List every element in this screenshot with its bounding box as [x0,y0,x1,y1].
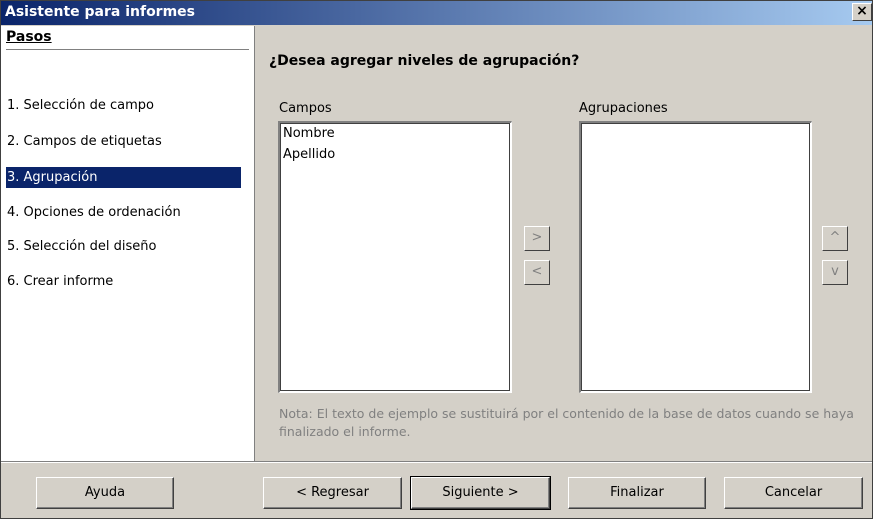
step-create-report[interactable]: 6. Crear informe [6,271,241,292]
close-button[interactable]: × [852,3,872,21]
list-item[interactable]: Nombre [283,126,335,141]
steps-divider [6,49,249,50]
step-layout-selection[interactable]: 5. Selección del diseño [6,236,241,257]
finish-button[interactable]: Finalizar [568,477,706,509]
step-grouping[interactable]: 3. Agrupación [6,167,241,188]
move-up-button[interactable]: ^ [822,226,848,251]
next-button[interactable]: Siguiente > [410,476,551,510]
steps-header: Pasos [6,29,52,45]
report-wizard-window: Asistente para informes × Pasos 1. Selec… [0,0,873,519]
page-question: ¿Desea agregar niveles de agrupación? [269,53,580,69]
move-down-button[interactable]: v [822,260,848,285]
title-bar[interactable]: Asistente para informes × [1,1,872,25]
cancel-button[interactable]: Cancelar [724,477,863,509]
groupings-listbox[interactable] [579,121,812,393]
list-item[interactable]: Apellido [283,147,335,162]
remove-field-button[interactable]: < [524,260,550,285]
step-label-fields[interactable]: 2. Campos de etiquetas [6,131,241,152]
footer-divider-highlight [1,462,872,463]
back-button[interactable]: < Regresar [263,477,402,509]
step-sort-options[interactable]: 4. Opciones de ordenación [6,202,241,223]
fields-listbox[interactable]: Nombre Apellido [278,121,512,393]
step-field-selection[interactable]: 1. Selección de campo [6,95,241,116]
add-field-button[interactable]: > [524,226,550,251]
fields-label: Campos [279,101,332,116]
window-title: Asistente para informes [5,4,196,20]
help-button[interactable]: Ayuda [36,477,174,509]
sample-text-note: Nota: El texto de ejemplo se sustituirá … [279,406,854,439]
groupings-label: Agrupaciones [579,101,668,116]
